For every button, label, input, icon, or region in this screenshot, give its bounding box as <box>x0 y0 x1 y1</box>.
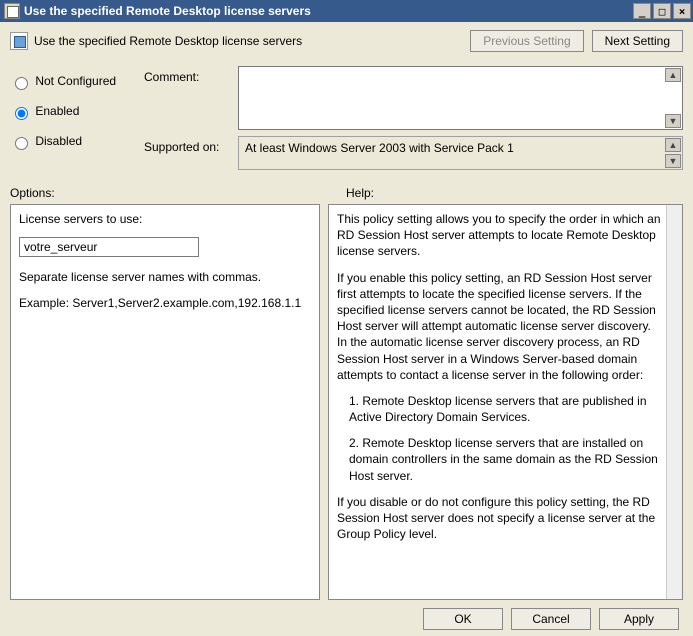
minimize-button[interactable]: _ <box>633 3 651 19</box>
help-p3: 1. Remote Desktop license servers that a… <box>337 393 662 425</box>
radio-enabled[interactable]: Enabled <box>10 104 140 120</box>
license-servers-label: License servers to use: <box>19 211 311 227</box>
help-p4: 2. Remote Desktop license servers that a… <box>337 435 662 484</box>
help-p2: If you enable this policy setting, an RD… <box>337 270 662 383</box>
policy-icon <box>10 32 28 50</box>
comment-textarea[interactable]: ▲ ▼ <box>238 66 683 130</box>
ok-button[interactable]: OK <box>423 608 503 630</box>
close-button[interactable]: × <box>673 3 691 19</box>
comment-label: Comment: <box>144 66 234 130</box>
help-heading: Help: <box>346 186 374 200</box>
next-setting-button[interactable]: Next Setting <box>592 30 683 52</box>
help-p5: If you disable or do not configure this … <box>337 494 662 543</box>
scroll-down-icon[interactable]: ▼ <box>665 154 681 168</box>
radio-disabled-label: Disabled <box>35 134 82 148</box>
apply-button[interactable]: Apply <box>599 608 679 630</box>
supported-on-label: Supported on: <box>144 136 234 170</box>
radio-not-configured[interactable]: Not Configured <box>10 74 140 90</box>
state-radio-group: Not Configured Enabled Disabled <box>10 66 140 170</box>
scroll-down-icon[interactable]: ▼ <box>665 114 681 128</box>
cancel-button[interactable]: Cancel <box>511 608 591 630</box>
title-bar: Use the specified Remote Desktop license… <box>0 0 693 22</box>
system-icon <box>4 3 20 19</box>
radio-not-configured-input[interactable] <box>15 77 28 90</box>
options-heading: Options: <box>10 186 346 200</box>
window-title: Use the specified Remote Desktop license… <box>24 4 631 18</box>
radio-enabled-input[interactable] <box>15 107 28 120</box>
options-pane: License servers to use: Separate license… <box>10 204 320 600</box>
radio-disabled-input[interactable] <box>15 137 28 150</box>
scroll-up-icon[interactable]: ▲ <box>665 138 681 152</box>
previous-setting-button[interactable]: Previous Setting <box>470 30 583 52</box>
scroll-up-icon[interactable]: ▲ <box>665 68 681 82</box>
radio-disabled[interactable]: Disabled <box>10 134 140 150</box>
separate-hint: Separate license server names with comma… <box>19 269 311 285</box>
example-text: Example: Server1,Server2.example.com,192… <box>19 295 311 311</box>
license-servers-input[interactable] <box>19 237 199 257</box>
policy-title: Use the specified Remote Desktop license… <box>34 34 470 48</box>
radio-not-configured-label: Not Configured <box>35 74 116 88</box>
supported-on-text: At least Windows Server 2003 with Servic… <box>245 141 514 155</box>
help-p1: This policy setting allows you to specif… <box>337 211 662 260</box>
help-pane: This policy setting allows you to specif… <box>328 204 683 600</box>
help-scrollbar[interactable] <box>666 205 682 599</box>
radio-enabled-label: Enabled <box>35 104 79 118</box>
supported-on-box: At least Windows Server 2003 with Servic… <box>238 136 683 170</box>
maximize-button[interactable]: □ <box>653 3 671 19</box>
